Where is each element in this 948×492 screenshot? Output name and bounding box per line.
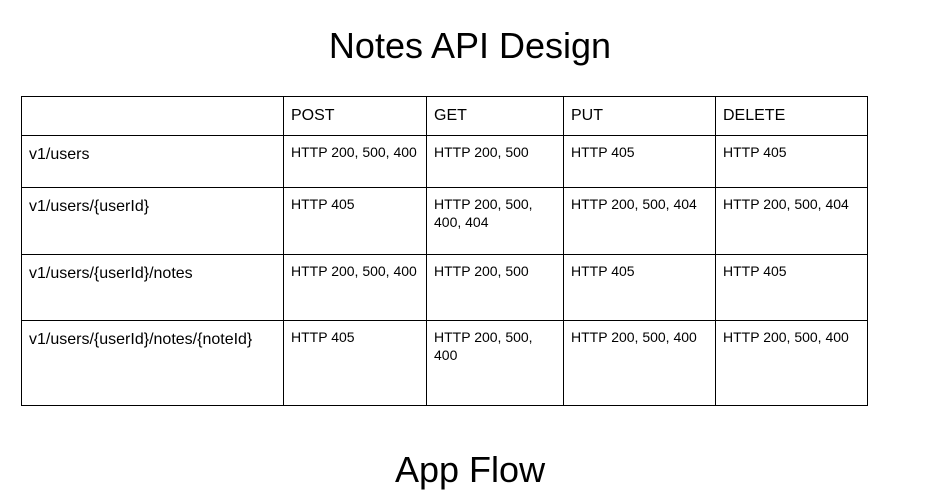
header-cell-delete: DELETE xyxy=(715,96,868,136)
header-cell-put: PUT xyxy=(563,96,716,136)
post-cell: HTTP 200, 500, 400 xyxy=(283,254,427,321)
route-cell: v1/users/{userId}/notes/{noteId} xyxy=(21,320,284,406)
api-design-table: POST GET PUT DELETE v1/users HTTP 200, 5… xyxy=(21,96,868,406)
post-cell: HTTP 200, 500, 400 xyxy=(283,135,427,188)
delete-cell: HTTP 200, 500, 404 xyxy=(715,187,868,255)
table-row: v1/users/{userId} HTTP 405 HTTP 200, 500… xyxy=(21,187,868,255)
get-cell: HTTP 200, 500 xyxy=(426,135,564,188)
table-row: v1/users/{userId}/notes HTTP 200, 500, 4… xyxy=(21,254,868,321)
put-cell: HTTP 405 xyxy=(563,135,716,188)
get-cell: HTTP 200, 500, 400, 404 xyxy=(426,187,564,255)
put-cell: HTTP 200, 500, 404 xyxy=(563,187,716,255)
route-cell: v1/users xyxy=(21,135,284,188)
route-cell: v1/users/{userId} xyxy=(21,187,284,255)
table-row: v1/users/{userId}/notes/{noteId} HTTP 40… xyxy=(21,320,868,406)
get-cell: HTTP 200, 500 xyxy=(426,254,564,321)
get-cell: HTTP 200, 500, 400 xyxy=(426,320,564,406)
header-cell-route xyxy=(21,96,284,136)
put-cell: HTTP 200, 500, 400 xyxy=(563,320,716,406)
table-header-row: POST GET PUT DELETE xyxy=(21,96,868,136)
delete-cell: HTTP 200, 500, 400 xyxy=(715,320,868,406)
put-cell: HTTP 405 xyxy=(563,254,716,321)
post-cell: HTTP 405 xyxy=(283,187,427,255)
page-title: Notes API Design xyxy=(328,25,612,66)
route-cell: v1/users/{userId}/notes xyxy=(21,254,284,321)
table-row: v1/users HTTP 200, 500, 400 HTTP 200, 50… xyxy=(21,135,868,188)
next-section-heading: App Flow xyxy=(395,449,546,490)
delete-cell: HTTP 405 xyxy=(715,254,868,321)
header-cell-post: POST xyxy=(283,96,427,136)
post-cell: HTTP 405 xyxy=(283,320,427,406)
delete-cell: HTTP 405 xyxy=(715,135,868,188)
header-cell-get: GET xyxy=(426,96,564,136)
